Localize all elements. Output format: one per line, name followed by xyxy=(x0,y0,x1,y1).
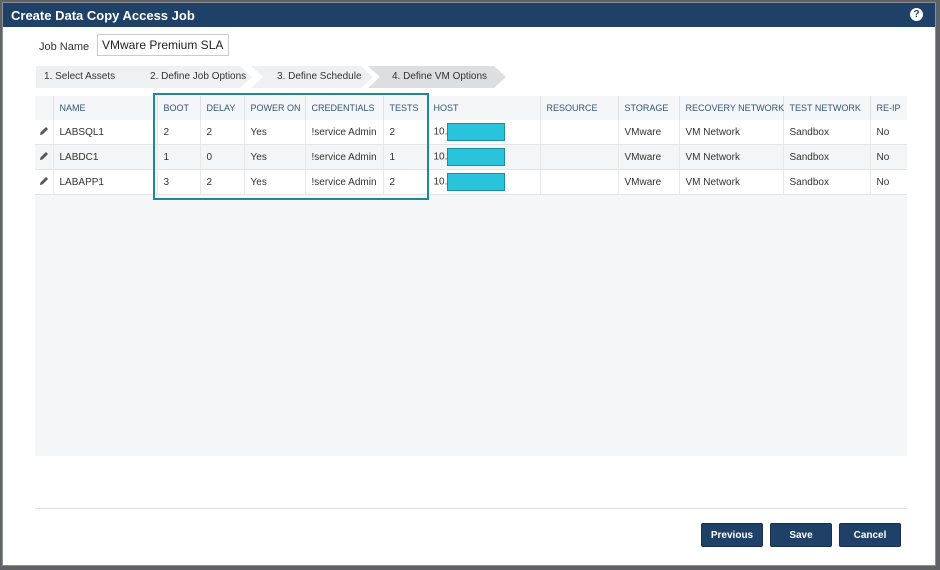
wizard-steps: 1. Select Assets 2. Define Job Options 3… xyxy=(36,66,516,88)
host-prefix: 10. xyxy=(433,176,448,188)
step-define-job-options[interactable]: 2. Define Job Options xyxy=(128,66,252,88)
col-header-power-on[interactable]: POWER ON xyxy=(243,96,305,120)
cell-recovery-network: VM Network xyxy=(678,120,783,145)
cell-delay: 0 xyxy=(199,144,244,170)
cell-recovery-network: VM Network xyxy=(678,144,783,170)
previous-button[interactable]: Previous xyxy=(701,523,763,547)
col-header-credentials[interactable]: CREDENTIALS xyxy=(304,96,383,120)
col-header-re-ip[interactable]: RE-IP xyxy=(869,96,907,120)
cell-power-on: Yes xyxy=(243,169,305,195)
col-header-recovery-network[interactable]: RECOVERY NETWORK xyxy=(678,96,784,120)
table-header-row: NAME BOOT DELAY POWER ON CREDENTIALS TES… xyxy=(35,96,907,120)
col-header-boot[interactable]: BOOT xyxy=(156,96,200,120)
step-label: 1. Select Assets xyxy=(44,71,116,82)
col-header-edit xyxy=(35,96,53,120)
vm-options-table-area: NAME BOOT DELAY POWER ON CREDENTIALS TES… xyxy=(35,96,907,456)
step-label: 4. Define VM Options xyxy=(392,71,488,82)
host-prefix: 10. xyxy=(433,151,448,163)
edit-cell xyxy=(35,169,53,195)
cell-credentials: !service Admin xyxy=(304,144,383,170)
cell-resource xyxy=(539,120,618,145)
pencil-icon[interactable] xyxy=(39,151,49,161)
cell-delay: 2 xyxy=(199,169,244,195)
col-header-host[interactable]: HOST xyxy=(426,96,540,120)
step-label: 2. Define Job Options xyxy=(150,71,247,82)
cell-power-on: Yes xyxy=(243,144,305,170)
cell-test-network: Sandbox xyxy=(782,169,870,195)
save-button[interactable]: Save xyxy=(770,523,832,547)
col-header-resource[interactable]: RESOURCE xyxy=(539,96,618,120)
job-name-label: Job Name xyxy=(39,41,90,53)
dialog-title: Create Data Copy Access Job xyxy=(11,8,195,23)
dialog-titlebar: Create Data Copy Access Job ? xyxy=(3,3,935,27)
table-row[interactable]: LABAPP1 3 2 Yes !service Admin 2 10. VMw… xyxy=(35,169,907,195)
cell-re-ip: No xyxy=(869,144,907,170)
cell-storage: VMware xyxy=(617,169,679,195)
cell-host: 10. xyxy=(426,169,540,195)
create-job-dialog: Create Data Copy Access Job ? Job Name 1… xyxy=(2,2,936,566)
cell-re-ip: No xyxy=(869,120,907,145)
cell-boot: 1 xyxy=(156,144,200,170)
cell-resource xyxy=(539,144,618,170)
cell-host: 10. xyxy=(426,144,540,170)
pencil-icon[interactable] xyxy=(39,126,49,136)
cancel-button[interactable]: Cancel xyxy=(839,523,901,547)
cell-delay: 2 xyxy=(199,120,244,145)
cell-tests: 1 xyxy=(382,144,427,170)
step-select-assets[interactable]: 1. Select Assets xyxy=(36,66,141,88)
cell-test-network: Sandbox xyxy=(782,120,870,145)
cell-recovery-network: VM Network xyxy=(678,169,783,195)
footer-divider xyxy=(35,508,907,509)
cell-credentials: !service Admin xyxy=(304,169,383,195)
cell-power-on: Yes xyxy=(243,120,305,145)
col-header-delay[interactable]: DELAY xyxy=(199,96,244,120)
host-redaction-box xyxy=(447,148,506,166)
step-define-vm-options[interactable]: 4. Define VM Options xyxy=(368,66,506,88)
host-redaction-box xyxy=(447,123,506,141)
cell-storage: VMware xyxy=(617,144,679,170)
help-icon[interactable]: ? xyxy=(910,8,923,21)
step-define-schedule[interactable]: 3. Define Schedule xyxy=(251,66,373,88)
cell-re-ip: No xyxy=(869,169,907,195)
cell-name: LABAPP1 xyxy=(52,169,157,195)
step-label: 3. Define Schedule xyxy=(277,71,362,82)
pencil-icon[interactable] xyxy=(39,176,49,186)
cell-storage: VMware xyxy=(617,120,679,145)
cell-boot: 2 xyxy=(156,120,200,145)
col-header-tests[interactable]: TESTS xyxy=(382,96,427,120)
host-prefix: 10. xyxy=(433,126,448,138)
cell-test-network: Sandbox xyxy=(782,144,870,170)
table-row[interactable]: LABSQL1 2 2 Yes !service Admin 2 10. VMw… xyxy=(35,120,907,145)
job-name-input[interactable] xyxy=(97,34,229,56)
host-redaction-box xyxy=(447,173,506,191)
cell-tests: 2 xyxy=(382,169,427,195)
vm-options-table: NAME BOOT DELAY POWER ON CREDENTIALS TES… xyxy=(35,96,907,195)
cell-credentials: !service Admin xyxy=(304,120,383,145)
cell-tests: 2 xyxy=(382,120,427,145)
edit-cell xyxy=(35,144,53,170)
edit-cell xyxy=(35,120,53,145)
table-row[interactable]: LABDC1 1 0 Yes !service Admin 1 10. VMwa… xyxy=(35,144,907,170)
col-header-name[interactable]: NAME xyxy=(52,96,157,120)
col-header-storage[interactable]: STORAGE xyxy=(617,96,679,120)
cell-host: 10. xyxy=(426,120,540,145)
col-header-test-network[interactable]: TEST NETWORK xyxy=(782,96,870,120)
cell-name: LABDC1 xyxy=(52,144,157,170)
cell-boot: 3 xyxy=(156,169,200,195)
cell-name: LABSQL1 xyxy=(52,120,157,145)
cell-resource xyxy=(539,169,618,195)
